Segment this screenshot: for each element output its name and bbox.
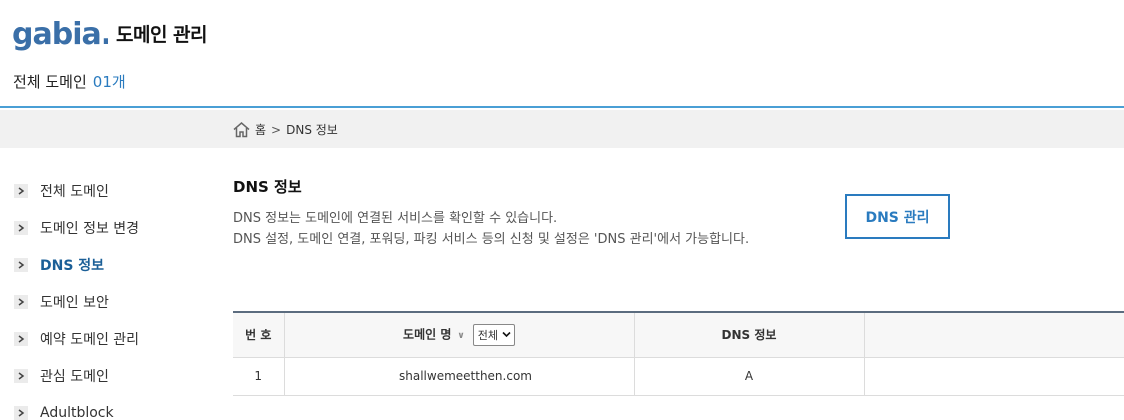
sidebar-item-domain-info-change[interactable]: 도메인 정보 변경: [14, 209, 214, 246]
domain-count: 전체 도메인 01개: [13, 71, 126, 92]
chevron-down-icon[interactable]: ∨: [457, 331, 464, 341]
main-content: DNS 정보 DNS 정보는 도메인에 연결된 서비스를 확인할 수 있습니다.…: [233, 176, 749, 250]
section-description: DNS 정보는 도메인에 연결된 서비스를 확인할 수 있습니다. DNS 설정…: [233, 208, 749, 250]
sidebar-item-domain-security[interactable]: 도메인 보안: [14, 283, 214, 320]
domain-count-label: 전체 도메인: [13, 73, 87, 91]
section-title: DNS 정보: [233, 178, 302, 196]
gabia-logo[interactable]: gabia.: [12, 14, 108, 56]
sidebar-item-adultblock[interactable]: Adultblock: [14, 394, 214, 420]
description-line: DNS 설정, 도메인 연결, 포워딩, 파킹 서비스 등의 신청 및 설정은 …: [233, 232, 750, 247]
chevron-right-icon: [14, 183, 28, 198]
chevron-right-icon: [14, 405, 28, 420]
domain-filter-select[interactable]: 전체: [472, 323, 515, 346]
page-title: 도메인 관리: [116, 24, 208, 46]
sidebar-item-label: 예약 도메인 관리: [40, 331, 140, 348]
sidebar-item-label: 도메인 정보 변경: [40, 220, 140, 237]
row-extra: [864, 357, 1124, 396]
table-row[interactable]: 1 shallwemeetthen.com A: [233, 357, 1124, 396]
sidebar-item-dns-info[interactable]: DNS 정보: [14, 246, 214, 283]
breadcrumb-bar: 홈 > DNS 정보: [0, 110, 1124, 148]
filter-selected-value: 전체: [477, 328, 498, 342]
home-icon[interactable]: [232, 121, 251, 138]
sidebar-item-label: 전체 도메인: [40, 183, 109, 200]
breadcrumb-home[interactable]: 홈: [255, 121, 266, 138]
column-header-dns: DNS 정보: [634, 311, 865, 358]
dropdown-arrow-icon: [502, 332, 511, 338]
row-domain-name[interactable]: shallwemeetthen.com: [284, 357, 635, 396]
sidebar-item-label: Adultblock: [40, 404, 114, 420]
breadcrumb-current: DNS 정보: [286, 123, 338, 137]
chevron-right-icon: [14, 257, 28, 272]
column-header-number: 번 호: [233, 311, 285, 358]
chevron-right-icon: [14, 331, 28, 346]
table-header-row: 번 호 도메인 명 ∨ 전체 DNS 정보: [233, 311, 1124, 358]
domain-table: 번 호 도메인 명 ∨ 전체 DNS 정보 1 shallwemeetthen.co…: [233, 311, 1124, 396]
sidebar-item-watched-domains[interactable]: 관심 도메인: [14, 357, 214, 394]
domain-count-value[interactable]: 01개: [93, 73, 126, 91]
chevron-right-icon: [14, 294, 28, 309]
page-header: gabia. 도메인 관리 전체 도메인 01개: [0, 0, 1124, 108]
sidebar-item-label: DNS 정보: [40, 257, 105, 274]
chevron-right-icon: [14, 368, 28, 383]
svg-text:gabia.: gabia.: [12, 17, 108, 52]
sidebar: 전체 도메인 도메인 정보 변경 DNS 정보 도메인 보안 예약 도메인 관리…: [14, 172, 214, 420]
row-dns-info: A: [634, 357, 865, 396]
chevron-right-icon: [14, 220, 28, 235]
sidebar-item-label: 관심 도메인: [40, 368, 109, 385]
row-number: 1: [233, 357, 285, 396]
column-header-domain-label: 도메인 명: [403, 327, 452, 342]
sidebar-item-reserved-domains[interactable]: 예약 도메인 관리: [14, 320, 214, 357]
breadcrumb-separator: >: [271, 122, 282, 137]
column-header-domain: 도메인 명 ∨ 전체: [284, 311, 635, 358]
sidebar-item-all-domains[interactable]: 전체 도메인: [14, 172, 214, 209]
breadcrumb: 홈 > DNS 정보: [232, 121, 338, 138]
description-line: DNS 정보는 도메인에 연결된 서비스를 확인할 수 있습니다.: [233, 211, 558, 226]
sidebar-item-label: 도메인 보안: [40, 294, 109, 311]
column-header-extra: [864, 311, 1124, 358]
dns-manage-button[interactable]: DNS 관리: [845, 194, 950, 239]
